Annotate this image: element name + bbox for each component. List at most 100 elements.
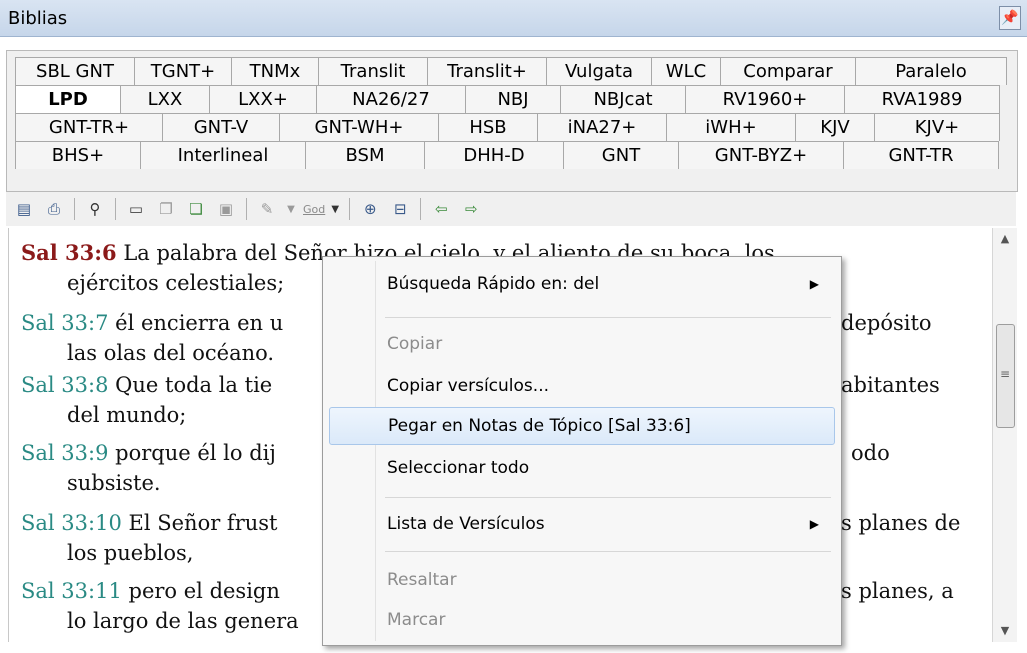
panel-titlebar: Biblias 📌: [0, 0, 1027, 37]
verse-ref[interactable]: Sal 33:8: [21, 373, 108, 397]
tab-lpd[interactable]: LPD: [15, 85, 121, 113]
menu-item-resaltar[interactable]: Resaltar: [329, 561, 835, 599]
bible-tabs: SBL GNT TGNT+ TNMx Translit Translit+ Vu…: [6, 50, 1018, 192]
verse-ref[interactable]: Sal 33:9: [21, 441, 108, 465]
tab-iwh[interactable]: iWH+: [666, 113, 796, 141]
menu-item-marcar[interactable]: Marcar: [329, 601, 835, 639]
verse-text: pero el design: [128, 579, 280, 603]
scroll-up-icon[interactable]: ▲: [993, 228, 1017, 250]
menu-item-label: Búsqueda Rápido en: del: [387, 274, 600, 294]
chevron-down-icon[interactable]: ▼: [285, 197, 297, 221]
toolbar-separator: [420, 198, 422, 220]
tab-kjv[interactable]: KJV: [795, 113, 875, 141]
toolbar-separator: [74, 198, 75, 220]
verse-ref-current[interactable]: Sal 33:6: [21, 240, 117, 265]
tab-bhs-plus[interactable]: BHS+: [15, 141, 141, 169]
find-icon[interactable]: ⚲: [83, 197, 107, 221]
verse-line: Sal 33:7 él encierra en u: [21, 308, 283, 338]
tab-gnt-v[interactable]: GNT-V: [162, 113, 280, 141]
grip-icon: ≡: [1000, 367, 1011, 381]
tab-interlineal[interactable]: Interlineal: [140, 141, 306, 169]
highlight-icon[interactable]: ✎: [255, 197, 279, 221]
tab-bsm[interactable]: BSM: [305, 141, 425, 169]
menu-item-lista-versiculos[interactable]: Lista de Versículos ▶: [329, 505, 835, 543]
tab-gnt-wh-plus[interactable]: GNT-WH+: [279, 113, 439, 141]
verse-text: s planes, a: [841, 579, 954, 603]
toolbar-separator: [115, 198, 116, 220]
menu-item-pegar-notas[interactable]: Pegar en Notas de Tópico [Sal 33:6]: [329, 407, 835, 445]
tab-row-2: LPD LXX LXX+ NA26/27 NBJ NBJcat RV1960+ …: [15, 85, 1000, 113]
tab-sbl-gnt[interactable]: SBL GNT: [15, 57, 135, 85]
tab-comparar[interactable]: Comparar: [720, 57, 856, 85]
tab-gnt-tr-plus[interactable]: GNT-TR+: [15, 113, 163, 141]
tab-gnt-byz-plus[interactable]: GNT-BYZ+: [678, 141, 844, 169]
pin-icon[interactable]: 📌: [999, 6, 1021, 30]
tab-wlc[interactable]: WLC: [651, 57, 721, 85]
menu-item-label: Lista de Versículos: [387, 514, 545, 534]
menu-separator: [385, 317, 831, 318]
verse-line: Sal 33:10 El Señor frust: [21, 508, 277, 538]
verse-text: lo largo de las genera: [67, 609, 299, 633]
tab-tnmx[interactable]: TNMx: [231, 57, 319, 85]
paste-special-icon[interactable]: ▣: [214, 197, 238, 221]
tab-vulgata[interactable]: Vulgata: [546, 57, 652, 85]
context-menu: Búsqueda Rápido en: del ▶ Copiar Copiar …: [322, 256, 842, 646]
vertical-scrollbar[interactable]: ▲ ≡ ▼: [992, 228, 1017, 642]
tab-nbjcat[interactable]: NBJcat: [560, 85, 686, 113]
verse-text: Que toda la tie: [115, 373, 273, 397]
verse-line: Sal 33:11 pero el design: [21, 576, 280, 606]
split-view-icon[interactable]: ⊟: [388, 197, 412, 221]
copy-icon[interactable]: ❐: [154, 197, 178, 221]
scroll-down-icon[interactable]: ▼: [993, 620, 1017, 642]
verse-ref[interactable]: Sal 33:11: [21, 579, 122, 603]
verse-text: él encierra en u: [115, 311, 284, 335]
tab-rva1989[interactable]: RVA1989: [844, 85, 1000, 113]
verse-text: del mundo;: [67, 403, 187, 427]
tab-dhh-d[interactable]: DHH-D: [424, 141, 564, 169]
tab-translit[interactable]: Translit: [318, 57, 428, 85]
submenu-arrow-icon: ▶: [809, 517, 819, 531]
forward-icon[interactable]: ⇨: [459, 197, 483, 221]
verse-ref[interactable]: Sal 33:10: [21, 511, 122, 535]
tab-tgnt[interactable]: TGNT+: [134, 57, 232, 85]
menu-item-copiar[interactable]: Copiar: [329, 325, 835, 363]
paste-icon[interactable]: ❏: [184, 197, 208, 221]
tab-gnt-tr[interactable]: GNT-TR: [843, 141, 999, 169]
verse-text: las olas del océano.: [67, 341, 275, 365]
chevron-down-icon[interactable]: ▼: [329, 197, 341, 221]
god-format-label[interactable]: God: [303, 203, 325, 216]
verse-text: odo: [851, 441, 890, 465]
tab-row-3: GNT-TR+ GNT-V GNT-WH+ HSB iNA27+ iWH+ KJ…: [15, 113, 1000, 141]
tab-paralelo[interactable]: Paralelo: [855, 57, 1007, 85]
tab-row-4: BHS+ Interlineal BSM DHH-D GNT GNT-BYZ+ …: [15, 141, 999, 169]
scrollbar-thumb[interactable]: ≡: [996, 324, 1015, 428]
verse-text: porque él lo dij: [115, 441, 276, 465]
toolbar-separator: [349, 198, 351, 220]
tab-na26-27[interactable]: NA26/27: [316, 85, 466, 113]
tab-hsb[interactable]: HSB: [438, 113, 538, 141]
menu-item-copiar-versiculos[interactable]: Copiar versículos...: [329, 367, 835, 405]
menu-item-busqueda-rapido[interactable]: Búsqueda Rápido en: del ▶: [329, 265, 835, 303]
verse-text: depósito: [841, 311, 932, 335]
tab-ina27[interactable]: iNA27+: [537, 113, 667, 141]
print-icon[interactable]: ⎙: [42, 197, 66, 221]
verse-line: Sal 33:8 Que toda la tie: [21, 370, 272, 400]
properties-icon[interactable]: ▤: [12, 197, 36, 221]
verse-text: s planes de: [841, 511, 961, 535]
tab-translit-plus[interactable]: Translit+: [427, 57, 547, 85]
tab-gnt[interactable]: GNT: [563, 141, 679, 169]
tab-lxx[interactable]: LXX: [120, 85, 210, 113]
menu-item-seleccionar-todo[interactable]: Seleccionar todo: [329, 449, 835, 487]
tab-lxx-plus[interactable]: LXX+: [209, 85, 317, 113]
tab-rv1960[interactable]: RV1960+: [685, 85, 845, 113]
tab-nbj[interactable]: NBJ: [465, 85, 561, 113]
toolbar: ▤ ⎙ ⚲ ▭ ❐ ❏ ▣ ✎ ▼ God ▼ ⊕ ⊟ ⇦ ⇨: [6, 192, 1016, 226]
verse-ref[interactable]: Sal 33:7: [21, 311, 108, 335]
back-icon[interactable]: ⇦: [429, 197, 453, 221]
page-icon[interactable]: ▭: [124, 197, 148, 221]
tab-row-1: SBL GNT TGNT+ TNMx Translit Translit+ Vu…: [15, 57, 1007, 85]
tab-kjv-plus[interactable]: KJV+: [874, 113, 1000, 141]
verse-text: El Señor frust: [128, 511, 278, 535]
toolbar-separator: [246, 198, 247, 220]
zoom-icon[interactable]: ⊕: [358, 197, 382, 221]
